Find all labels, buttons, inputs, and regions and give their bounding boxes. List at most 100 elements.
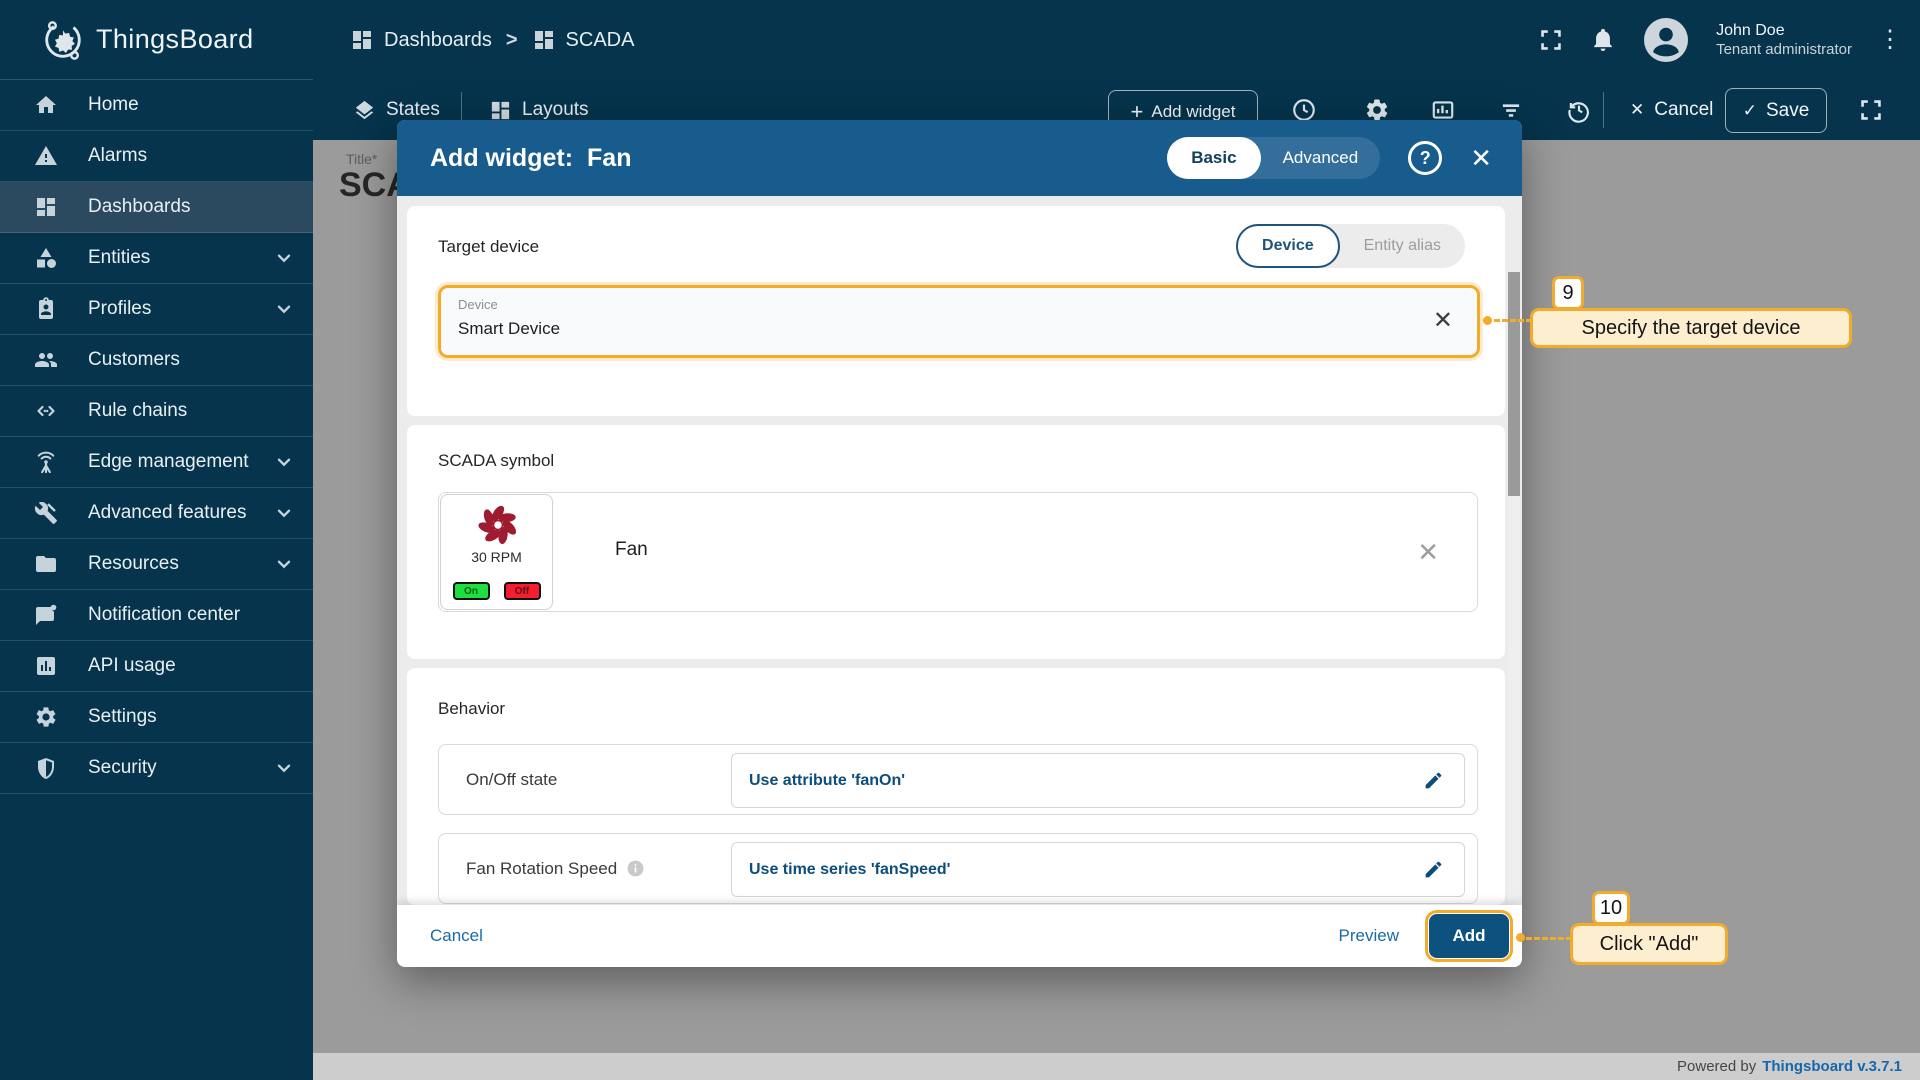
modal-scrollbar-thumb[interactable] <box>1508 272 1520 496</box>
sidebar-item-label: Edge management <box>88 451 249 473</box>
more-menu-icon[interactable]: ⋮ <box>1878 28 1902 52</box>
tab-label: Layouts <box>522 99 589 121</box>
preview-button[interactable]: Preview <box>1339 926 1399 946</box>
dialog-title-prefix: Add widget: <box>430 144 573 172</box>
sidebar-item-customers[interactable]: Customers <box>0 335 313 386</box>
sidebar-item-api-usage[interactable]: API usage <box>0 641 313 692</box>
callout-10-label: Click "Add" <box>1570 923 1728 965</box>
user-avatar[interactable] <box>1642 16 1690 64</box>
security-shield-icon <box>34 756 58 780</box>
add-button[interactable]: Add <box>1429 914 1509 958</box>
fan-rotation-speed-value-box[interactable]: Use time series 'fanSpeed' <box>731 842 1465 897</box>
help-icon[interactable] <box>1408 141 1442 175</box>
sidebar-item-label: Customers <box>88 349 180 371</box>
sidebar-item-home[interactable]: Home <box>0 80 313 131</box>
callout-9-connector <box>1494 319 1532 322</box>
on-off-state-label: On/Off state <box>466 745 557 814</box>
add-widget-label: Add widget <box>1151 102 1235 122</box>
app-logo[interactable]: ThingsBoard <box>0 0 313 80</box>
symbol-name: Fan <box>615 539 648 561</box>
row-label-text: Fan Rotation Speed <box>466 859 617 879</box>
dashboard-title-field-label: Title* <box>346 151 377 167</box>
dashboard-icon <box>532 28 556 52</box>
fullscreen-icon[interactable] <box>1858 97 1884 123</box>
chevron-down-icon <box>273 298 295 320</box>
sidebar-item-resources[interactable]: Resources <box>0 539 313 590</box>
callout-10-connector <box>1526 937 1572 940</box>
info-icon <box>626 859 645 878</box>
device-input-label: Device <box>458 297 498 312</box>
fan-rotation-speed-label: Fan Rotation Speed <box>466 834 645 903</box>
edit-pencil-icon[interactable] <box>1423 859 1444 880</box>
alarms-icon <box>34 144 58 168</box>
toggle-option-device[interactable]: Device <box>1236 224 1340 268</box>
target-device-section: Target device Device Entity alias Device… <box>407 206 1505 416</box>
toggle-option-advanced[interactable]: Advanced <box>1261 148 1381 168</box>
dialog-header: Add widget:Fan Basic Advanced <box>397 120 1522 196</box>
edge-management-icon <box>34 450 58 474</box>
notifications-bell-icon[interactable] <box>1590 27 1616 53</box>
chevron-down-icon <box>273 451 295 473</box>
behavior-section: Behavior On/Off state Use attribute 'fan… <box>407 668 1505 905</box>
dialog-close-icon[interactable] <box>1470 145 1492 171</box>
api-usage-icon <box>34 654 58 678</box>
dialog-footer: Cancel Preview Add <box>397 905 1522 967</box>
sidebar-item-settings[interactable]: Settings <box>0 692 313 743</box>
toggle-option-basic[interactable]: Basic <box>1167 137 1260 179</box>
settings-gear-icon <box>34 705 58 729</box>
chevron-down-icon <box>273 757 295 779</box>
clear-device-icon[interactable] <box>1433 309 1453 333</box>
save-label: Save <box>1766 100 1809 122</box>
edit-pencil-icon[interactable] <box>1423 770 1444 791</box>
sidebar-item-dashboards[interactable]: Dashboards <box>0 182 313 233</box>
sidebar-item-entities[interactable]: Entities <box>0 233 313 284</box>
sidebar-item-label: Settings <box>88 706 157 728</box>
layers-icon <box>353 99 376 122</box>
dashboard-title-value: SCA <box>339 166 397 205</box>
device-input[interactable]: Device Smart Device <box>438 285 1480 358</box>
dialog-cancel-button[interactable]: Cancel <box>430 926 483 946</box>
thingsboard-version-link[interactable]: Thingsboard v.3.7.1 <box>1762 1058 1902 1075</box>
breadcrumb-label: Dashboards <box>384 29 492 52</box>
page-footer: Powered by Thingsboard v.3.7.1 <box>313 1053 1920 1080</box>
fullscreen-icon[interactable] <box>1538 27 1564 53</box>
check-icon <box>1743 100 1757 122</box>
fan-off-preview-button: Off <box>504 582 541 600</box>
on-off-state-value: Use attribute 'fanOn' <box>749 772 905 790</box>
rule-chains-icon <box>34 399 58 423</box>
sidebar-item-notification-center[interactable]: Notification center <box>0 590 313 641</box>
breadcrumb-dashboards[interactable]: Dashboards <box>350 28 492 52</box>
sidebar-item-advanced-features[interactable]: Advanced features <box>0 488 313 539</box>
callout-10-number: 10 <box>1592 891 1630 925</box>
user-menu[interactable]: John Doe Tenant administrator <box>1716 21 1852 60</box>
sidebar-item-profiles[interactable]: Profiles <box>0 284 313 335</box>
fan-on-preview-button: On <box>453 582 490 600</box>
sidebar-item-label: Profiles <box>88 298 151 320</box>
add-widget-dialog: Add widget:Fan Basic Advanced Target dev… <box>397 120 1522 967</box>
device-entity-alias-toggle: Device Entity alias <box>1236 224 1465 268</box>
basic-advanced-toggle: Basic Advanced <box>1167 137 1380 179</box>
cancel-edit-button[interactable]: Cancel <box>1630 80 1713 140</box>
target-device-heading: Target device <box>438 237 539 257</box>
version-history-icon[interactable] <box>1566 97 1592 123</box>
dialog-title: Add widget:Fan <box>430 144 631 173</box>
notification-center-icon <box>34 603 58 627</box>
on-off-state-value-box[interactable]: Use attribute 'fanOn' <box>731 753 1465 808</box>
dashboards-icon <box>350 28 374 52</box>
chevron-down-icon <box>273 502 295 524</box>
breadcrumb-scada[interactable]: SCADA <box>532 28 635 52</box>
remove-symbol-icon[interactable] <box>1417 539 1439 565</box>
sidebar-item-alarms[interactable]: Alarms <box>0 131 313 182</box>
sidebar-item-edge-management[interactable]: Edge management <box>0 437 313 488</box>
toggle-option-entity-alias[interactable]: Entity alias <box>1340 237 1465 255</box>
scada-symbol-card: 30 RPM On Off Fan <box>438 492 1478 612</box>
dashboards-icon <box>34 195 58 219</box>
close-icon <box>1630 99 1644 121</box>
sidebar-item-security[interactable]: Security <box>0 743 313 794</box>
layouts-icon <box>489 99 512 122</box>
row-label-text: On/Off state <box>466 770 557 790</box>
scada-symbol-section: SCADA symbol <box>407 425 1505 659</box>
save-dashboard-button[interactable]: Save <box>1725 88 1827 133</box>
sidebar-item-rule-chains[interactable]: Rule chains <box>0 386 313 437</box>
callout-9-label: Specify the target device <box>1530 308 1852 348</box>
